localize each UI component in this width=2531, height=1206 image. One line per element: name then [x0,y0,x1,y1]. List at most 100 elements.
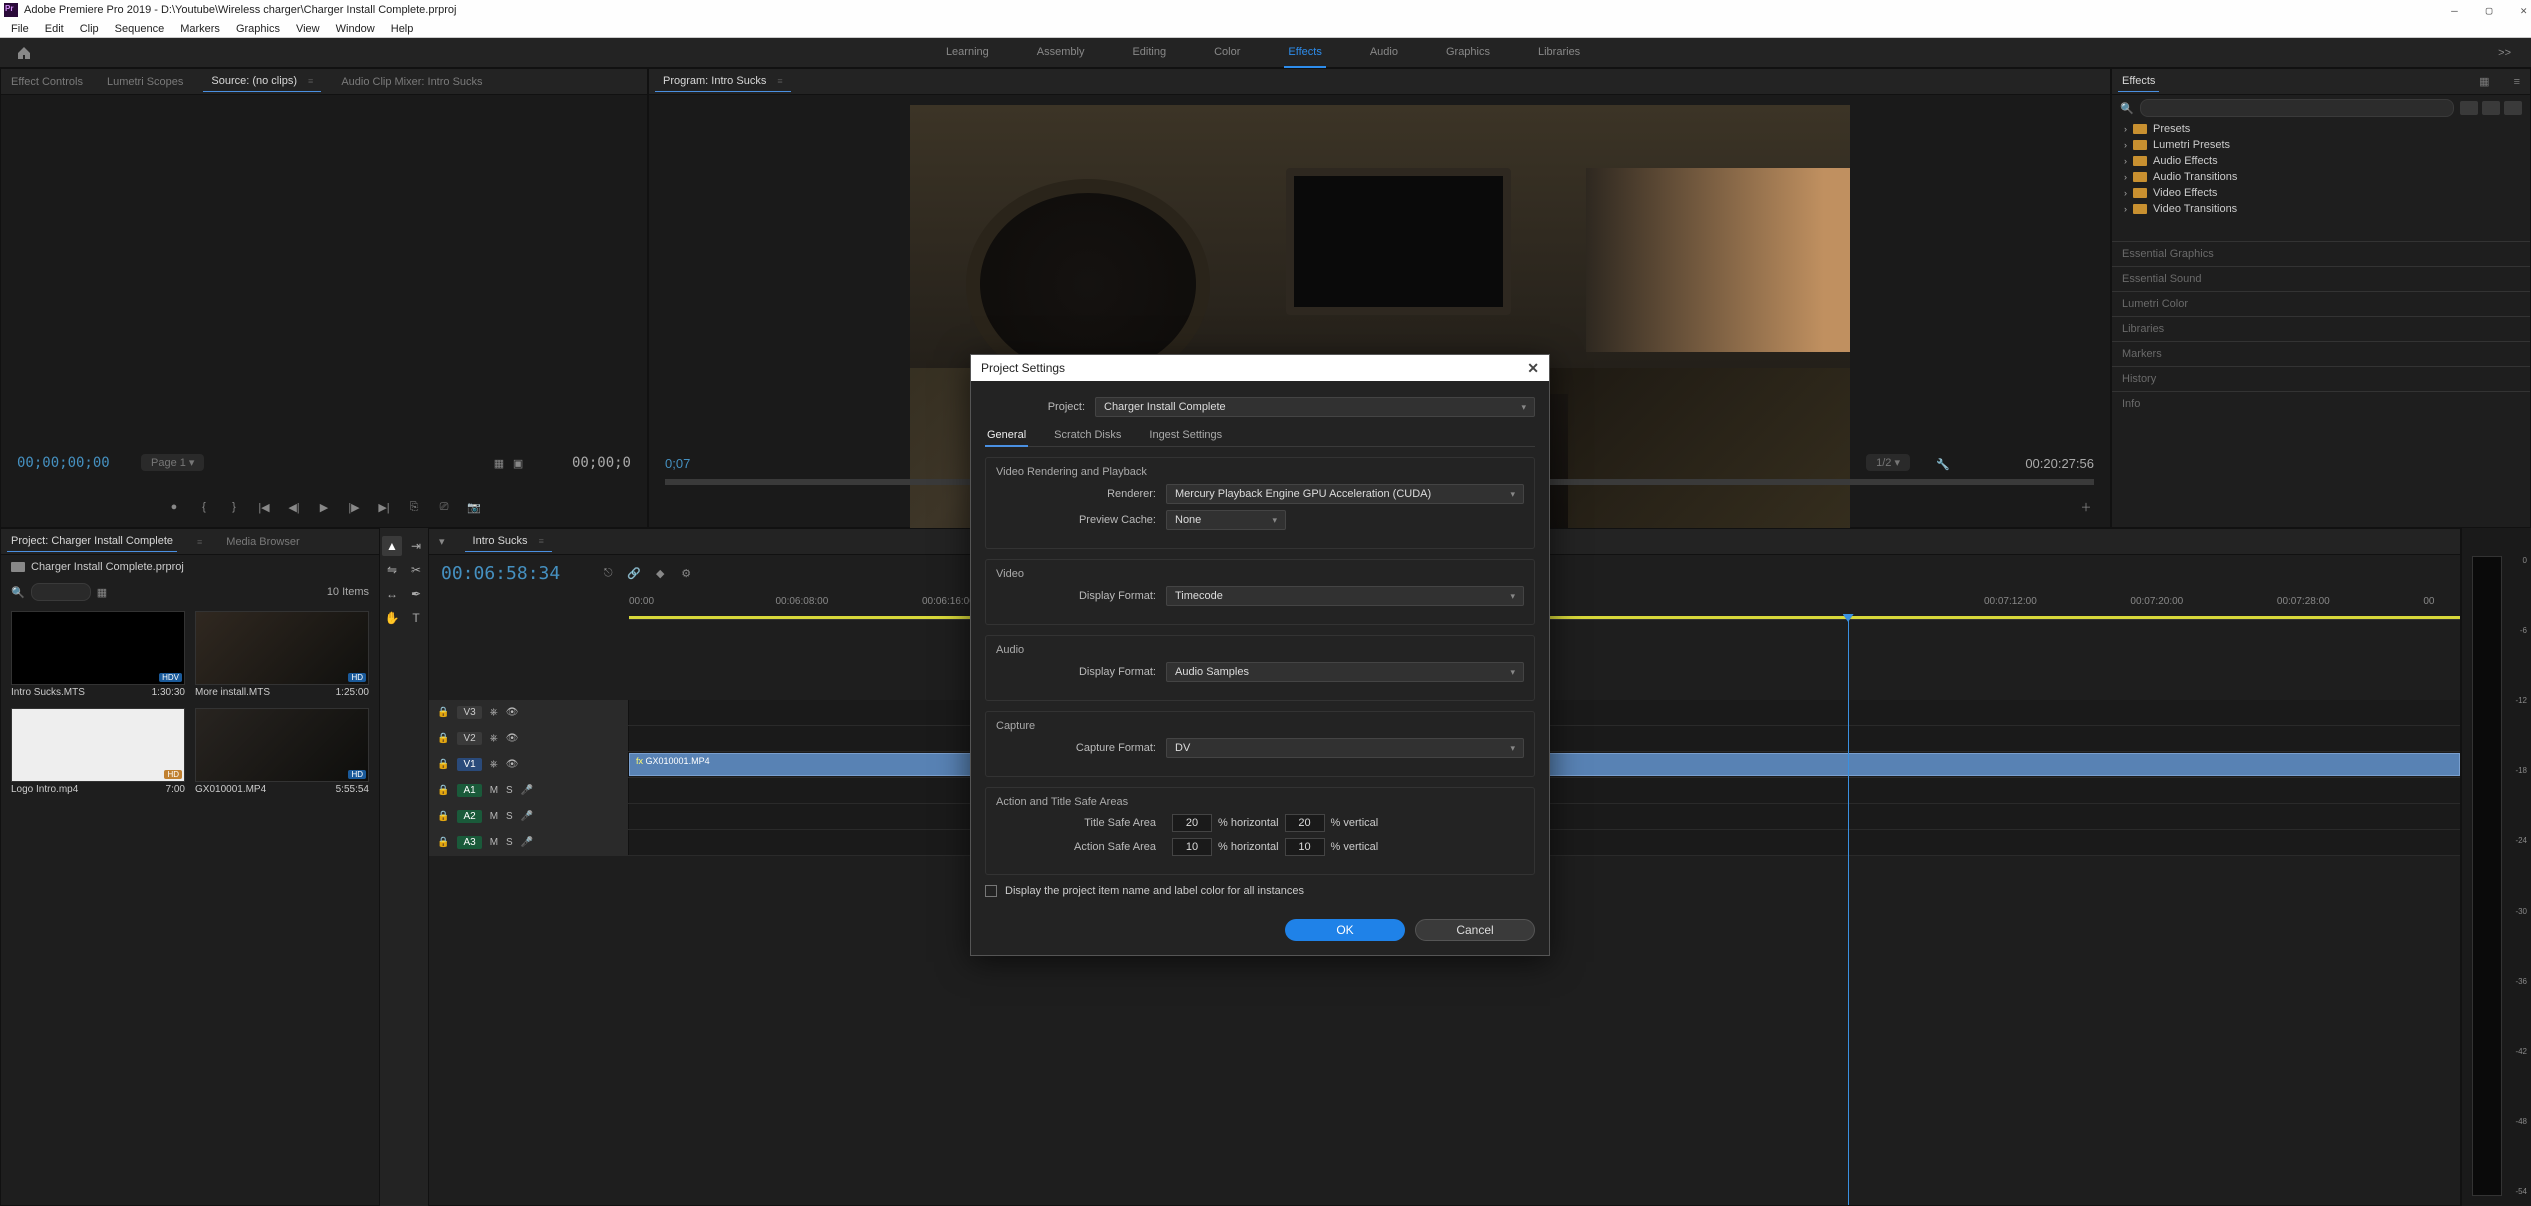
tab-media-browser[interactable]: Media Browser [222,532,303,552]
tab-lumetri-scopes[interactable]: Lumetri Scopes [103,72,187,92]
type-tool[interactable]: T [406,608,426,628]
action-safe-v-input[interactable] [1285,838,1325,856]
menu-file[interactable]: File [4,23,36,35]
sync-lock-icon[interactable]: ⎈ [490,707,498,718]
yuv-filter-icon[interactable] [2504,101,2522,115]
panel-menu-icon[interactable]: ≡ [193,533,206,551]
panel-essential-graphics[interactable]: Essential Graphics [2112,241,2530,266]
track-label[interactable]: V2 [457,732,481,745]
voice-icon[interactable]: 🎤 [521,811,533,822]
dialog-tab-general[interactable]: General [985,425,1028,447]
solo-icon[interactable]: S [506,785,513,796]
preview-cache-select[interactable]: None▾ [1166,510,1286,530]
panel-lumetri-color[interactable]: Lumetri Color [2112,291,2530,316]
workspace-libraries[interactable]: Libraries [1534,38,1584,67]
workspace-overflow[interactable]: >> [2478,47,2531,59]
menu-clip[interactable]: Clip [73,23,106,35]
settings-icon[interactable]: ⚙ [678,566,694,582]
lock-icon[interactable]: 🔒 [437,785,449,796]
menu-view[interactable]: View [289,23,327,35]
lock-icon[interactable]: 🔒 [437,759,449,770]
folder-audio-effects[interactable]: ›Audio Effects [2120,153,2522,169]
workspace-learning[interactable]: Learning [942,38,993,67]
step-forward-icon[interactable]: |▶ [346,499,362,515]
eye-icon[interactable]: 👁 [506,707,519,718]
workspace-color[interactable]: Color [1210,38,1244,67]
voice-icon[interactable]: 🎤 [521,785,533,796]
menu-edit[interactable]: Edit [38,23,71,35]
fit-icon[interactable]: ▦ [491,455,507,471]
title-safe-h-input[interactable] [1172,814,1212,832]
eye-icon[interactable]: 👁 [506,733,519,744]
mute-icon[interactable]: M [490,837,498,848]
pen-tool[interactable]: ✒ [406,584,426,604]
panel-essential-sound[interactable]: Essential Sound [2112,266,2530,291]
tab-effects[interactable]: Effects [2118,71,2159,92]
panel-menu-icon[interactable]: ≡ [304,72,317,90]
panel-info[interactable]: Info [2112,391,2530,416]
track-label[interactable]: A2 [457,810,481,823]
accelerated-filter-icon[interactable] [2460,101,2478,115]
safe-margin-icon[interactable]: ▣ [510,455,526,471]
lock-icon[interactable]: 🔒 [437,733,449,744]
marker-icon[interactable]: ● [166,499,182,515]
folder-video-effects[interactable]: ›Video Effects [2120,185,2522,201]
playhead[interactable] [1848,620,1849,1205]
workspace-editing[interactable]: Editing [1128,38,1170,67]
capture-format-select[interactable]: DV▾ [1166,738,1524,758]
selection-tool[interactable]: ▲ [382,536,402,556]
lock-icon[interactable]: 🔒 [437,707,449,718]
title-safe-v-input[interactable] [1285,814,1325,832]
go-to-out-icon[interactable]: ▶| [376,499,392,515]
in-point-icon[interactable]: { [196,499,212,515]
workspace-graphics[interactable]: Graphics [1442,38,1494,67]
panel-markers[interactable]: Markers [2112,341,2530,366]
menu-help[interactable]: Help [384,23,421,35]
project-clip[interactable]: HD More install.MTS1:25:00 [195,611,369,698]
source-patch-icon[interactable]: ▾ [435,531,449,552]
solo-icon[interactable]: S [506,837,513,848]
tab-program[interactable]: Program: Intro Sucks ≡ [655,71,791,92]
panel-libraries[interactable]: Libraries [2112,316,2530,341]
audio-display-format-select[interactable]: Audio Samples▾ [1166,662,1524,682]
out-point-icon[interactable]: } [226,499,242,515]
32bit-filter-icon[interactable] [2482,101,2500,115]
overwrite-icon[interactable]: ⎚ [436,499,452,515]
menu-graphics[interactable]: Graphics [229,23,287,35]
renderer-select[interactable]: Mercury Playback Engine GPU Acceleration… [1166,484,1524,504]
linked-selection-icon[interactable]: 🔗 [626,566,642,582]
lock-icon[interactable]: 🔒 [437,811,449,822]
mute-icon[interactable]: M [490,785,498,796]
action-safe-h-input[interactable] [1172,838,1212,856]
export-frame-icon[interactable]: 📷 [466,499,482,515]
track-select-tool[interactable]: ⇥ [406,536,426,556]
project-clip[interactable]: HD GX010001.MP45:55:54 [195,708,369,795]
hand-tool[interactable]: ✋ [382,608,402,628]
tab-effect-controls[interactable]: Effect Controls [7,72,87,92]
step-back-icon[interactable]: ◀| [286,499,302,515]
voice-icon[interactable]: 🎤 [521,837,533,848]
dialog-tab-scratch-disks[interactable]: Scratch Disks [1052,425,1123,446]
workspace-effects[interactable]: Effects [1284,38,1325,68]
home-button[interactable] [0,45,48,61]
tab-audio-clip-mixer[interactable]: Audio Clip Mixer: Intro Sucks [337,72,486,92]
slip-tool[interactable]: ↔ [382,584,402,604]
button-editor-icon[interactable]: ＋ [2078,499,2094,515]
razor-tool[interactable]: ✂ [406,560,426,580]
window-minimize-button[interactable]: — [2451,4,2458,17]
tab-project[interactable]: Project: Charger Install Complete [7,531,177,552]
menu-bar[interactable]: File Edit Clip Sequence Markers Graphics… [0,20,2531,38]
track-label[interactable]: V3 [457,706,481,719]
project-clip[interactable]: HD Logo Intro.mp47:00 [11,708,185,795]
track-label[interactable]: V1 [457,758,481,771]
panel-menu-icon[interactable]: ≡ [535,532,548,550]
new-bin-icon[interactable]: ▦ [2475,71,2493,92]
dialog-close-button[interactable]: ✕ [1527,360,1539,377]
tab-source[interactable]: Source: (no clips) ≡ [203,71,321,92]
ok-button[interactable]: OK [1285,919,1405,941]
track-label[interactable]: A3 [457,836,481,849]
display-item-name-checkbox[interactable] [985,885,997,897]
sequence-tab[interactable]: Intro Sucks ≡ [465,531,552,552]
source-timecode-left[interactable]: 00;00;00;00 [17,455,110,471]
snap-icon[interactable]: ⎋ [600,566,616,582]
